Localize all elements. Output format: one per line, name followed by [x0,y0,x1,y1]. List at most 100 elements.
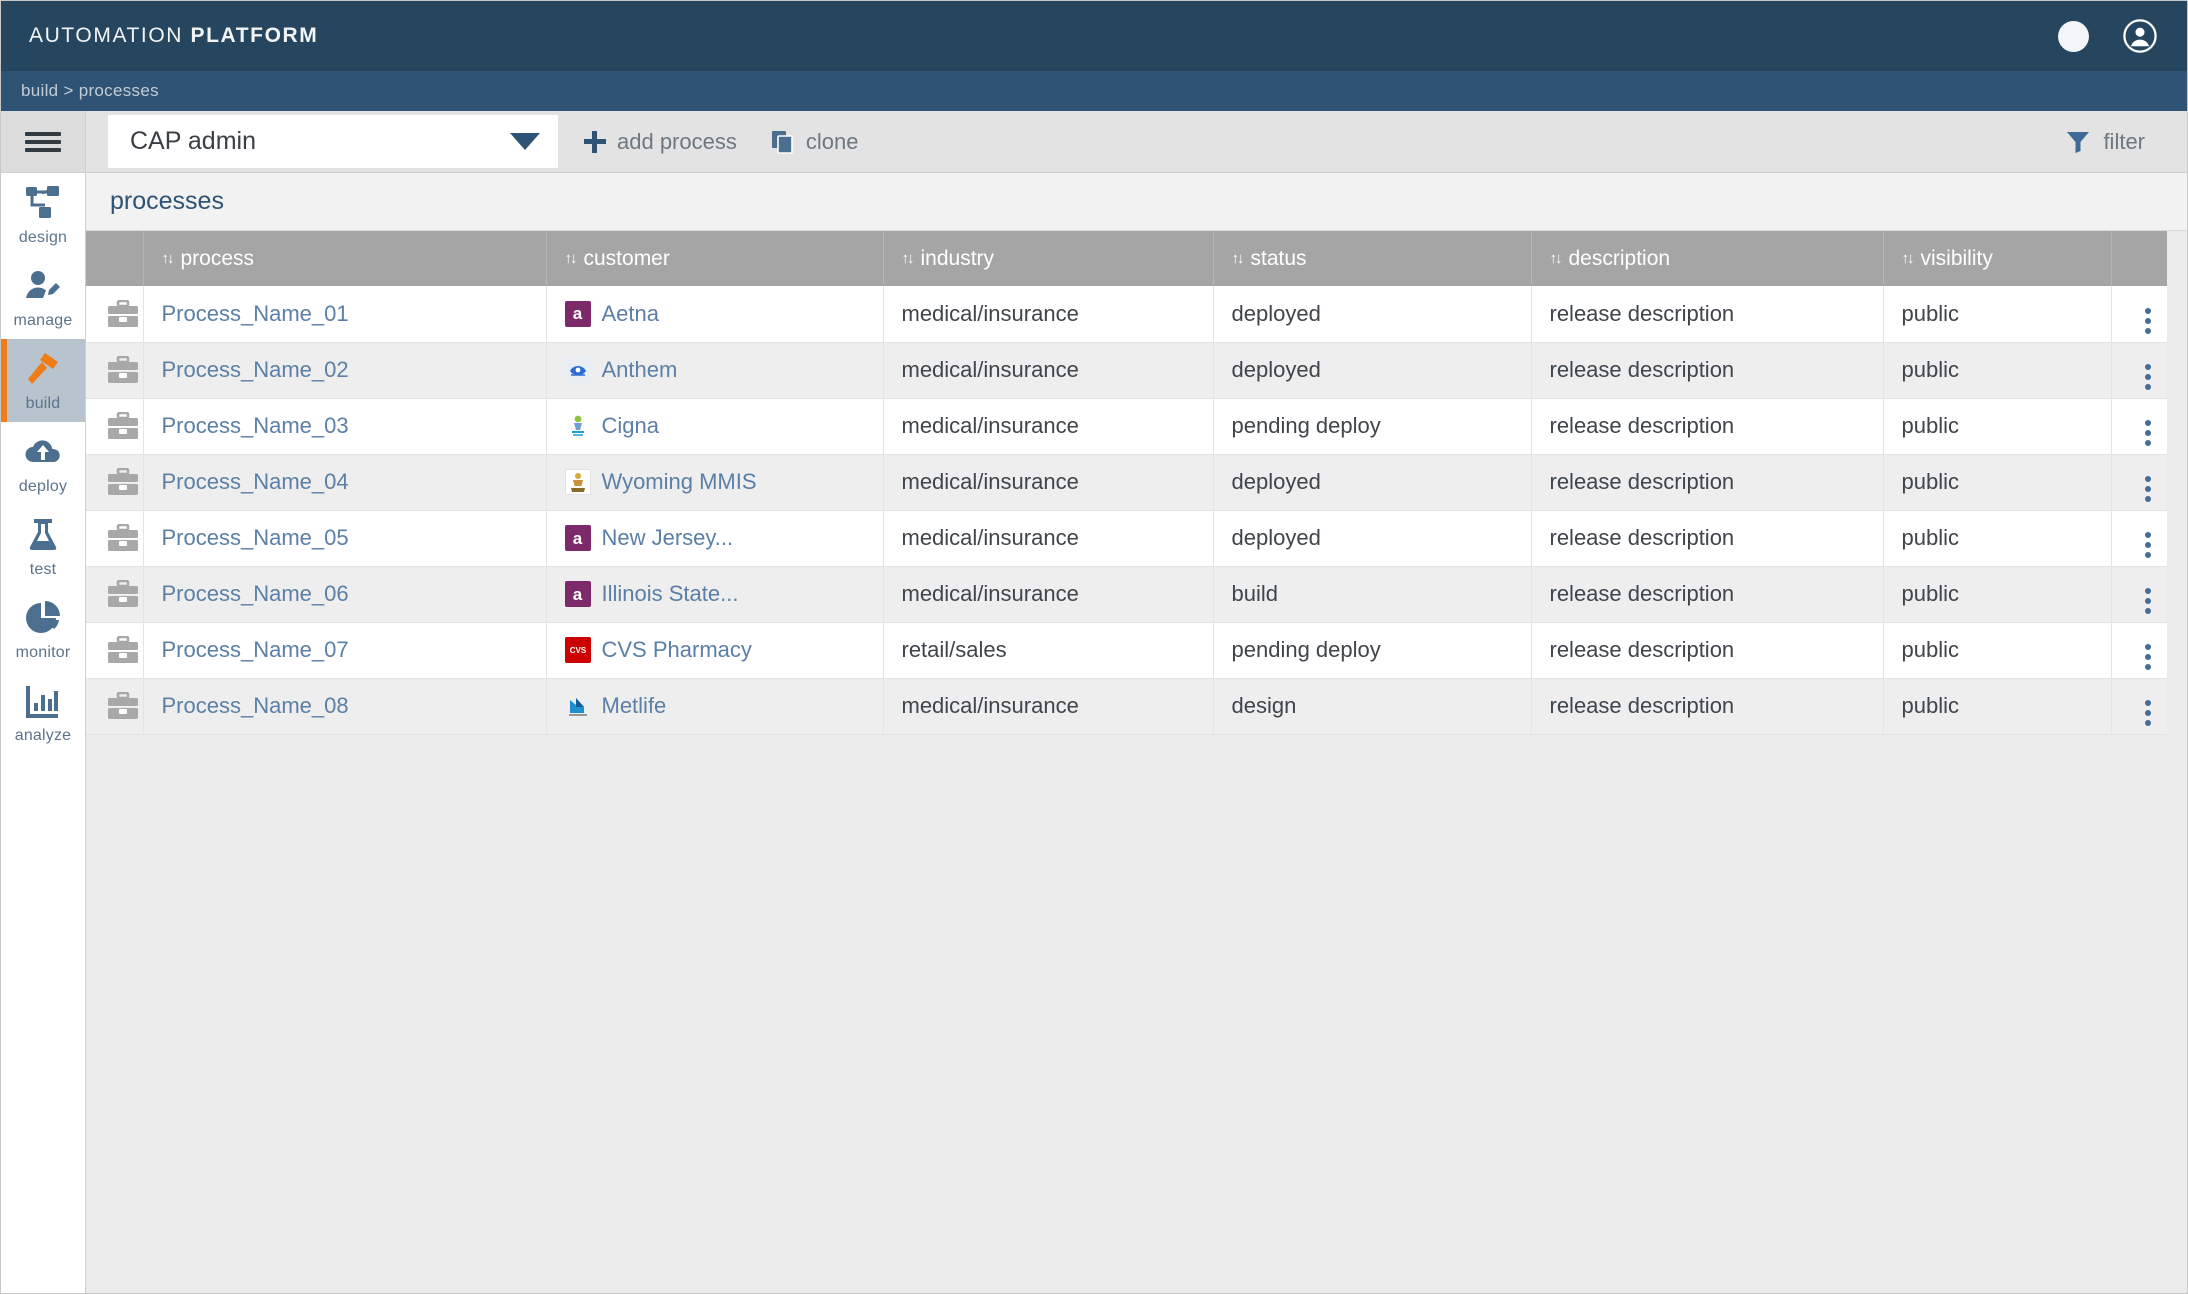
customer-link[interactable]: New Jersey... [602,525,734,551]
column-header-menu [2111,231,2167,286]
sidebar-item-label: test [29,560,57,578]
breadcrumb-text[interactable]: build > processes [21,81,159,101]
column-header-industry[interactable]: ↑↓ industry [883,231,1214,286]
cell-customer: a Illinois State... [546,566,884,623]
process-link[interactable]: Process_Name_02 [162,357,349,382]
process-link[interactable]: Process_Name_07 [162,637,349,662]
table-row[interactable]: Process_Name_01 a Aetna medical/insurance de… [86,286,2167,343]
row-actions-cell[interactable] [2111,566,2167,623]
cell-process: Process_Name_06 [143,566,547,623]
table-row[interactable]: Process_Name_07 CVS CVS Pharmacy retail/sal… [86,622,2167,679]
briefcase-icon [107,524,139,552]
process-link[interactable]: Process_Name_06 [162,581,349,606]
customer-link[interactable]: Illinois State... [602,581,739,607]
cell-status: pending deploy [1213,398,1532,455]
table-row[interactable]: Process_Name_08 Metlife medical/insurance d… [86,678,2167,735]
cell-description: release description [1531,510,1884,567]
add-process-label: add process [617,128,737,154]
cell-process: Process_Name_03 [143,398,547,455]
kebab-menu-icon[interactable] [2145,420,2152,446]
row-actions-cell[interactable] [2111,286,2167,343]
cell-customer: Wyoming MMIS [546,454,884,511]
column-header-process[interactable]: ↑↓ process [143,231,547,286]
kebab-menu-icon[interactable] [2145,700,2152,726]
row-actions-cell[interactable] [2111,622,2167,679]
brand-bold: PLATFORM [190,24,319,47]
sidebar-item-design[interactable]: design [1,173,85,256]
customer-link[interactable]: CVS Pharmacy [602,637,752,663]
sidebar-item-label: build [25,394,61,412]
sidebar-item-test[interactable]: test [1,505,85,588]
row-actions-cell[interactable] [2111,342,2167,399]
kebab-menu-icon[interactable] [2145,476,2152,502]
process-link[interactable]: Process_Name_01 [162,301,349,326]
customer-logo-aetna: a [564,525,591,551]
notification-icon[interactable] [2058,20,2089,52]
column-header-description[interactable]: ↑↓ description [1531,231,1884,286]
sidebar-item-label: design [18,228,68,246]
kebab-menu-icon[interactable] [2145,588,2152,614]
cell-customer: a Aetna [546,286,884,343]
sidebar-item-monitor[interactable]: monitor [1,588,85,671]
flask-icon [23,515,63,555]
row-actions-cell[interactable] [2111,678,2167,735]
customer-link[interactable]: Aetna [602,301,660,327]
table-row[interactable]: Process_Name_06 a Illinois State... medical… [86,566,2167,623]
cell-customer: a New Jersey... [546,510,884,567]
row-type-cell [86,510,144,567]
sidebar-item-build[interactable]: build [1,339,85,422]
kebab-menu-icon[interactable] [2145,532,2152,558]
funnel-icon [2066,131,2090,153]
process-link[interactable]: Process_Name_04 [162,469,349,494]
table-row[interactable]: Process_Name_04 Wyoming MMIS medical/insur… [86,454,2167,511]
sidebar-item-deploy[interactable]: deploy [1,422,85,505]
hammer-icon [23,349,63,389]
kebab-menu-icon[interactable] [2145,307,2152,334]
customer-link[interactable]: Metlife [602,693,667,719]
header-icon-group [2058,19,2157,53]
column-header-customer[interactable]: ↑↓ customer [546,231,884,286]
customer-link[interactable]: Anthem [602,357,678,383]
toolbar: CAP admin add process clone filter [86,111,2187,173]
customer-link[interactable]: Cigna [602,413,659,439]
cell-process: Process_Name_07 [143,622,547,679]
table-row[interactable]: Process_Name_02 Anthem medical/insurance de… [86,342,2167,399]
page-title: processes [110,187,224,215]
column-header-visibility[interactable]: ↑↓ visibility [1883,231,2112,286]
hamburger-icon[interactable] [1,111,85,173]
row-actions-cell[interactable] [2111,454,2167,511]
cell-visibility: public [1883,454,2112,511]
briefcase-icon [107,412,139,440]
row-type-cell [86,454,144,511]
column-header-label: process [180,246,255,270]
customer-link[interactable]: Wyoming MMIS [602,469,757,495]
table-row[interactable]: Process_Name_03 Cigna medical/insurance pen… [86,398,2167,455]
cell-status: deployed [1213,510,1532,567]
add-process-button[interactable]: add process [584,129,737,155]
scope-select[interactable]: CAP admin [108,115,558,168]
process-link[interactable]: Process_Name_03 [162,413,349,438]
sidebar-item-analyze[interactable]: analyze [1,671,85,754]
cell-industry: medical/insurance [883,398,1214,455]
kebab-menu-icon[interactable] [2145,364,2152,390]
column-header-label: industry [920,246,995,270]
account-icon[interactable] [2123,19,2157,53]
clone-button[interactable]: clone [771,129,858,155]
briefcase-icon [107,636,139,664]
process-link[interactable]: Process_Name_08 [162,693,349,718]
cell-visibility: public [1883,678,2112,735]
briefcase-icon [107,299,139,327]
table-row[interactable]: Process_Name_05 a New Jersey... medical/ins… [86,510,2167,567]
column-header-status[interactable]: ↑↓ status [1213,231,1532,286]
row-actions-cell[interactable] [2111,510,2167,567]
row-actions-cell[interactable] [2111,398,2167,455]
sidebar-item-manage[interactable]: manage [1,256,85,339]
column-header-label: description [1568,246,1671,270]
kebab-menu-icon[interactable] [2145,644,2152,670]
filter-button[interactable]: filter [2066,129,2145,155]
process-link[interactable]: Process_Name_05 [162,525,349,550]
sort-icon: ↑↓ [1901,249,1915,267]
row-type-cell [86,622,144,679]
cell-visibility: public [1883,566,2112,623]
sidebar-item-label: monitor [15,643,71,661]
